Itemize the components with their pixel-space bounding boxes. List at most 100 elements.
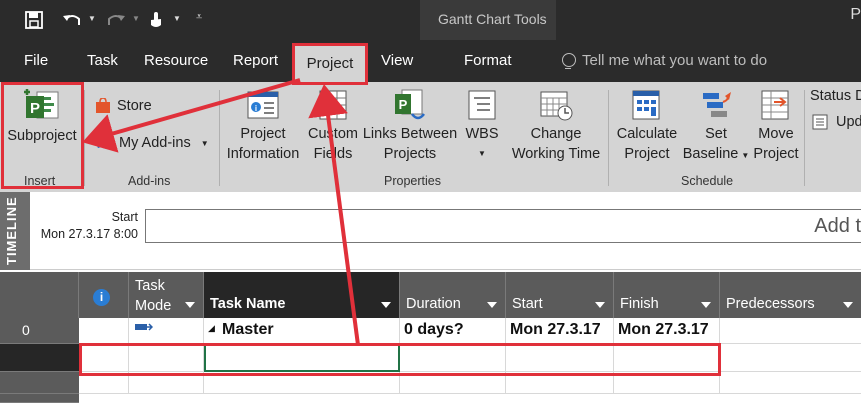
project-information-label-1: Project (240, 126, 286, 142)
start-cell[interactable]: Mon 27.3.17 (506, 318, 614, 344)
finish-cell[interactable]: Mon 27.3.17 (614, 318, 720, 344)
predecessors-label: Predecessors (726, 296, 815, 312)
task-mode-cell[interactable] (129, 344, 204, 372)
select-all-corner[interactable] (0, 272, 79, 318)
col-header-task-name[interactable]: Task Name (204, 272, 400, 318)
task-name-cell[interactable]: ◢ Master (204, 318, 400, 344)
status-date-button[interactable]: Status D (810, 88, 861, 104)
calculate-project-button[interactable]: Calculate Project (612, 88, 682, 164)
redo-dropdown-icon[interactable]: ▼ (132, 14, 140, 23)
touch-dropdown-icon[interactable]: ▼ (173, 14, 181, 23)
project-information-button[interactable]: i Project Information (222, 88, 304, 164)
ribbon-divider (608, 90, 609, 186)
svg-text:i: i (255, 104, 257, 113)
custom-fields-button[interactable]: Custom Fields (304, 88, 362, 164)
set-baseline-dropdown-icon: ▼ (741, 151, 750, 160)
wbs-dropdown-icon: ▼ (478, 149, 486, 158)
move-project-label-1: Move (758, 126, 794, 142)
task-name-dropdown-icon[interactable] (381, 302, 391, 308)
task-mode-cell[interactable] (129, 318, 204, 344)
duration-cell[interactable] (400, 372, 506, 394)
predecessors-cell[interactable] (720, 344, 861, 372)
duration-cell[interactable]: 0 days? (400, 318, 506, 344)
wbs-button[interactable]: WBS ▼ (458, 88, 506, 164)
timeline-strip: TIMELINE (0, 192, 30, 270)
move-project-button[interactable]: Move Project (750, 88, 802, 164)
touch-mode-icon[interactable] (146, 8, 166, 32)
tab-view[interactable]: View (381, 52, 413, 69)
ribbon-divider (84, 90, 85, 186)
set-baseline-label-2: Baseline ▼ (680, 144, 752, 166)
timeline-strip-label: TIMELINE (4, 196, 19, 265)
task-mode-cell[interactable] (129, 372, 204, 394)
predecessors-cell[interactable] (720, 372, 861, 394)
tab-report[interactable]: Report (233, 52, 278, 69)
task-mode-dropdown-icon[interactable] (185, 302, 195, 308)
finish-cell[interactable] (614, 372, 720, 394)
status-date-label: Status D (810, 88, 861, 104)
tell-me-box[interactable]: Tell me what you want to do (562, 52, 767, 69)
subproject-label: Subproject (7, 128, 77, 144)
task-name-cell[interactable] (204, 372, 400, 394)
timeline-bar[interactable]: Add t (145, 209, 861, 243)
info-cell[interactable] (79, 318, 129, 344)
undo-dropdown-icon[interactable]: ▼ (88, 14, 96, 23)
duration-dropdown-icon[interactable] (487, 302, 497, 308)
task-name-cell-active[interactable] (204, 344, 400, 372)
store-label: Store (117, 98, 152, 114)
row-id: 0 (22, 322, 30, 338)
finish-dropdown-icon[interactable] (701, 302, 711, 308)
start-cell[interactable] (506, 372, 614, 394)
set-baseline-icon (697, 88, 735, 122)
duration-label: Duration (406, 296, 461, 312)
change-working-time-button[interactable]: Change Working Time (506, 88, 606, 164)
start-cell[interactable] (506, 344, 614, 372)
save-icon[interactable] (22, 8, 46, 32)
window-edge-letter: P (850, 6, 861, 23)
update-project-label: Upd (836, 114, 861, 130)
move-project-icon (758, 88, 794, 122)
redo-icon[interactable] (104, 8, 128, 32)
predecessors-cell[interactable] (720, 318, 861, 344)
start-dropdown-icon[interactable] (595, 302, 605, 308)
group-label-addins: Add-ins (128, 174, 171, 188)
col-header-duration[interactable]: Duration (400, 272, 506, 318)
row-header[interactable] (0, 372, 79, 394)
tab-resource[interactable]: Resource (144, 52, 208, 69)
info-cell[interactable] (79, 372, 129, 394)
col-header-predecessors[interactable]: Predecessors (720, 272, 861, 318)
auto-scheduled-icon (135, 323, 153, 331)
row-header[interactable]: 0 (0, 318, 79, 344)
duration-value: 0 days? (404, 321, 464, 338)
tab-task[interactable]: Task (87, 52, 118, 69)
svg-text:P: P (399, 97, 408, 112)
row-header[interactable] (0, 394, 79, 403)
ribbon-divider (804, 90, 805, 186)
update-project-button[interactable]: Upd (812, 114, 861, 130)
col-header-start[interactable]: Start (506, 272, 614, 318)
tab-file[interactable]: File (24, 52, 48, 69)
quick-access-toolbar: ▼ ▼ ▼ ⩡ Gantt Chart Tools P (0, 0, 861, 80)
duration-cell[interactable] (400, 344, 506, 372)
tab-project[interactable]: Project (295, 44, 365, 82)
col-header-task-mode[interactable]: Task Mode (129, 272, 204, 318)
custom-fields-icon (316, 88, 350, 122)
info-cell[interactable] (79, 344, 129, 372)
store-button[interactable]: Store (95, 98, 152, 114)
undo-icon[interactable] (60, 8, 84, 32)
start-label: Start (512, 296, 543, 312)
customize-toolbar-icon[interactable]: ⩡ (196, 11, 202, 24)
custom-fields-label-2: Fields (313, 146, 353, 162)
collapse-triangle-icon[interactable]: ◢ (208, 323, 215, 334)
finish-cell[interactable] (614, 344, 720, 372)
col-header-finish[interactable]: Finish (614, 272, 720, 318)
links-between-projects-button[interactable]: P Links Between Projects (360, 88, 460, 164)
set-baseline-button[interactable]: Set Baseline ▼ (680, 88, 752, 166)
subproject-icon: P (22, 88, 62, 124)
set-baseline-label-1: Set (705, 126, 727, 142)
predecessors-dropdown-icon[interactable] (843, 302, 853, 308)
my-addins-button[interactable]: My Add-ins ▼ (95, 135, 209, 151)
tab-format[interactable]: Format (464, 52, 512, 69)
subproject-button[interactable]: P Subproject (4, 88, 80, 146)
row-header-selected[interactable] (0, 344, 79, 372)
